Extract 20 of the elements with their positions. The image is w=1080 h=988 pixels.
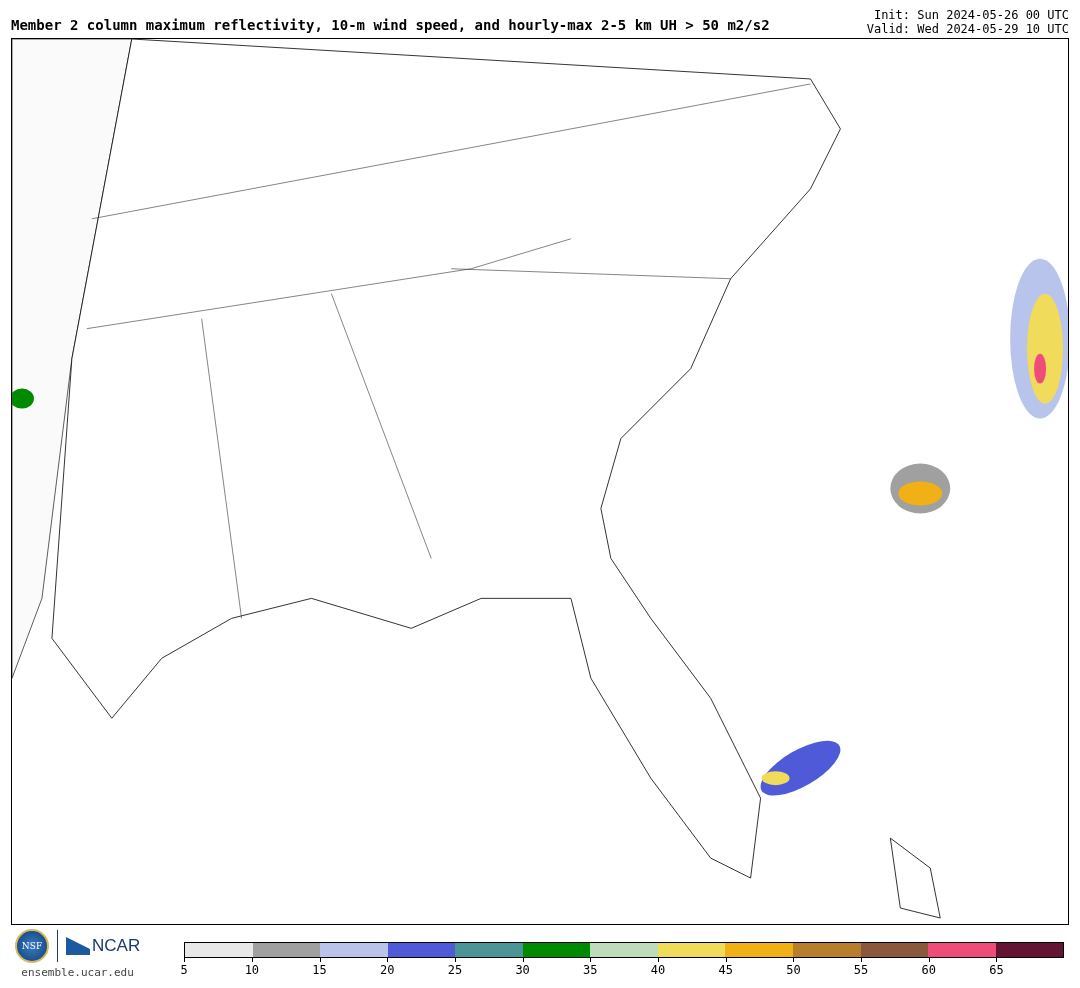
tick-label: 10 [244, 963, 260, 977]
valid-time: Valid: Wed 2024-05-29 10 UTC [866, 22, 1069, 36]
tick-label: 15 [312, 963, 327, 977]
tick-label: 30 [515, 963, 530, 977]
init-time: Init: Sun 2024-05-26 00 UTC [873, 8, 1069, 22]
tick-label: 55 [853, 963, 869, 977]
ncar-logo-text: NCAR [92, 936, 141, 956]
tick-label: 60 [921, 963, 936, 977]
tick-label: 5 [180, 963, 188, 977]
tick-label: 20 [380, 963, 395, 977]
tick-label: 35 [583, 963, 598, 977]
ncar-emblem-icon [66, 937, 90, 955]
nsf-logo: NSF [15, 929, 49, 963]
tick-label: 25 [447, 963, 463, 977]
tick-label: 45 [718, 963, 733, 977]
site-url: ensemble.ucar.edu [21, 966, 134, 979]
tick-label: 40 [650, 963, 666, 977]
tick-label: 50 [786, 963, 801, 977]
tick-label: 65 [989, 963, 1004, 977]
chart-title: Member 2 column maximum reflectivity, 10-m wind speed, and hourly-max 2-5 km UH > 50 m2/s2 [11, 17, 770, 35]
